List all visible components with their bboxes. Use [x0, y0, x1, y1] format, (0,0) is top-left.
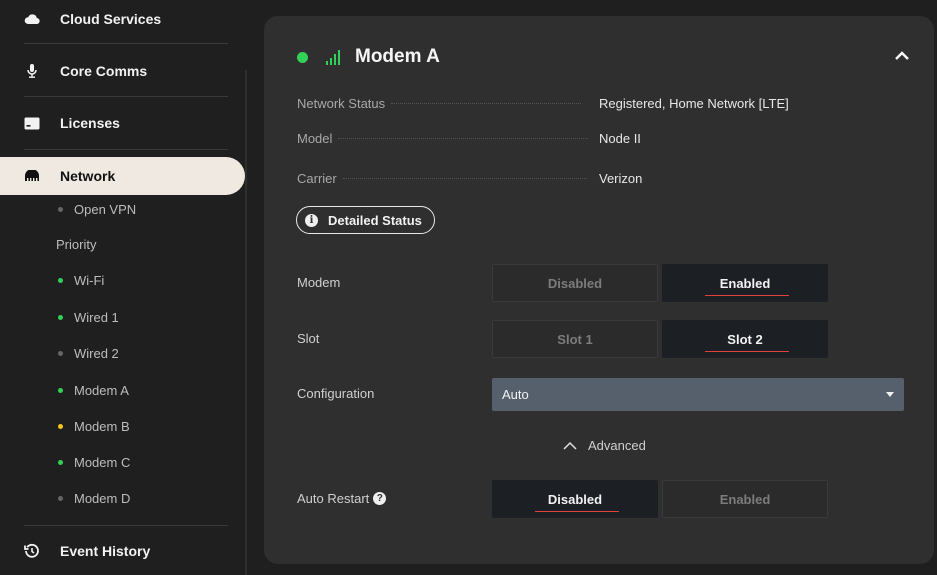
page-title: Modem A [355, 46, 440, 67]
detailed-status-label: Detailed Status [328, 212, 422, 228]
sidebar-subitem-label: Wired 1 [74, 310, 119, 325]
status-dot [58, 351, 63, 356]
signal-strength-icon [326, 49, 342, 65]
modem-card: Modem A Network Status Registered, Home … [264, 16, 934, 564]
cloud-icon [24, 11, 40, 27]
sidebar-subitem-label: Wi-Fi [74, 273, 105, 288]
sidebar-subitem-label: Modem D [74, 491, 131, 506]
status-dot [58, 424, 63, 429]
configuration-value: Auto [502, 387, 529, 402]
sidebar-item-core-comms[interactable]: Core Comms [14, 52, 244, 90]
status-dot [58, 496, 63, 501]
status-indicator [297, 51, 308, 63]
card-header: Modem A [297, 46, 440, 68]
modem-disabled-option[interactable]: Disabled [492, 264, 658, 302]
divider [24, 96, 228, 97]
sidebar-subitem-modem-d[interactable]: Modem D [58, 491, 130, 506]
detail-row-network-status: Network Status Registered, Home Network … [297, 94, 837, 112]
divider [24, 525, 228, 526]
detail-value: Verizon [599, 170, 643, 186]
sidebar-item-label: Licenses [60, 115, 120, 131]
info-icon: i [305, 213, 318, 227]
router-icon [24, 168, 40, 184]
auto-restart-disabled-option[interactable]: Disabled [492, 480, 658, 518]
slot-2-option[interactable]: Slot 2 [662, 320, 828, 358]
help-icon[interactable]: ? [373, 492, 387, 505]
chevron-up-icon [895, 51, 909, 60]
detail-key: Network Status [297, 95, 386, 111]
history-icon [24, 543, 40, 559]
auto-restart-label-row: Auto Restart ? [297, 491, 387, 506]
slot-label: Slot [297, 331, 320, 346]
sidebar-subitem-wired-1[interactable]: Wired 1 [58, 310, 119, 325]
detail-key: Carrier [297, 170, 337, 186]
auto-restart-label: Auto Restart [297, 491, 370, 506]
chevron-up-icon [563, 441, 577, 450]
sidebar-item-event-history[interactable]: Event History [14, 532, 244, 570]
status-dot [58, 278, 63, 283]
priority-label: Priority [56, 237, 97, 252]
divider [24, 149, 228, 150]
sidebar-subitem-label: Modem C [74, 455, 131, 470]
sidebar-item-label: Core Comms [60, 63, 148, 79]
sidebar-item-label: Network [60, 168, 116, 184]
modem-label: Modem [297, 275, 341, 290]
sidebar-item-network[interactable]: Network [0, 157, 245, 195]
detail-value: Registered, Home Network [LTE] [599, 95, 789, 111]
advanced-label: Advanced [588, 438, 646, 453]
microphone-icon [24, 63, 40, 79]
status-dot [58, 388, 63, 393]
sidebar-scrollbar[interactable] [245, 70, 247, 575]
sidebar-subitem-wifi[interactable]: Wi-Fi [58, 273, 104, 288]
sidebar: Cloud Services Core Comms Licenses Netwo… [0, 0, 258, 575]
slot-toggle: Slot 1 Slot 2 [492, 320, 832, 358]
auto-restart-enabled-option[interactable]: Enabled [662, 480, 828, 518]
sidebar-item-label: Cloud Services [60, 11, 162, 27]
advanced-toggle[interactable]: Advanced [562, 438, 646, 453]
detail-value: Node II [599, 130, 641, 146]
configuration-select[interactable]: Auto [492, 378, 904, 411]
detailed-status-button[interactable]: i Detailed Status [296, 206, 435, 234]
detail-key: Model [297, 130, 333, 146]
caret-down-icon [886, 392, 894, 397]
status-dot [58, 207, 63, 212]
divider [24, 43, 228, 44]
slot-1-option[interactable]: Slot 1 [492, 320, 658, 358]
sidebar-item-licenses[interactable]: Licenses [14, 104, 244, 142]
sidebar-item-label: Event History [60, 543, 151, 559]
auto-restart-toggle: Disabled Enabled [492, 480, 832, 518]
sidebar-subitem-label: Wired 2 [74, 346, 119, 361]
sidebar-subitem-modem-a[interactable]: Modem A [58, 383, 129, 398]
collapse-button[interactable] [894, 48, 910, 60]
sidebar-subitem-wired-2[interactable]: Wired 2 [58, 346, 119, 361]
license-icon [24, 115, 40, 131]
detail-row-carrier: Carrier Verizon [297, 169, 837, 187]
sidebar-item-cloud-services[interactable]: Cloud Services [14, 0, 244, 38]
detail-row-model: Model Node II [297, 129, 837, 147]
modem-enabled-option[interactable]: Enabled [662, 264, 828, 302]
sidebar-subitem-label: Modem B [74, 419, 130, 434]
sidebar-subitem-label: Modem A [74, 383, 129, 398]
modem-toggle: Disabled Enabled [492, 264, 832, 302]
configuration-label: Configuration [297, 386, 375, 401]
sidebar-subitem-label: Open VPN [74, 202, 137, 217]
sidebar-subitem-modem-c[interactable]: Modem C [58, 455, 130, 470]
sidebar-subitem-modem-b[interactable]: Modem B [58, 419, 130, 434]
status-dot [58, 460, 63, 465]
sidebar-subitem-open-vpn[interactable]: Open VPN [58, 202, 136, 217]
status-dot [58, 315, 63, 320]
